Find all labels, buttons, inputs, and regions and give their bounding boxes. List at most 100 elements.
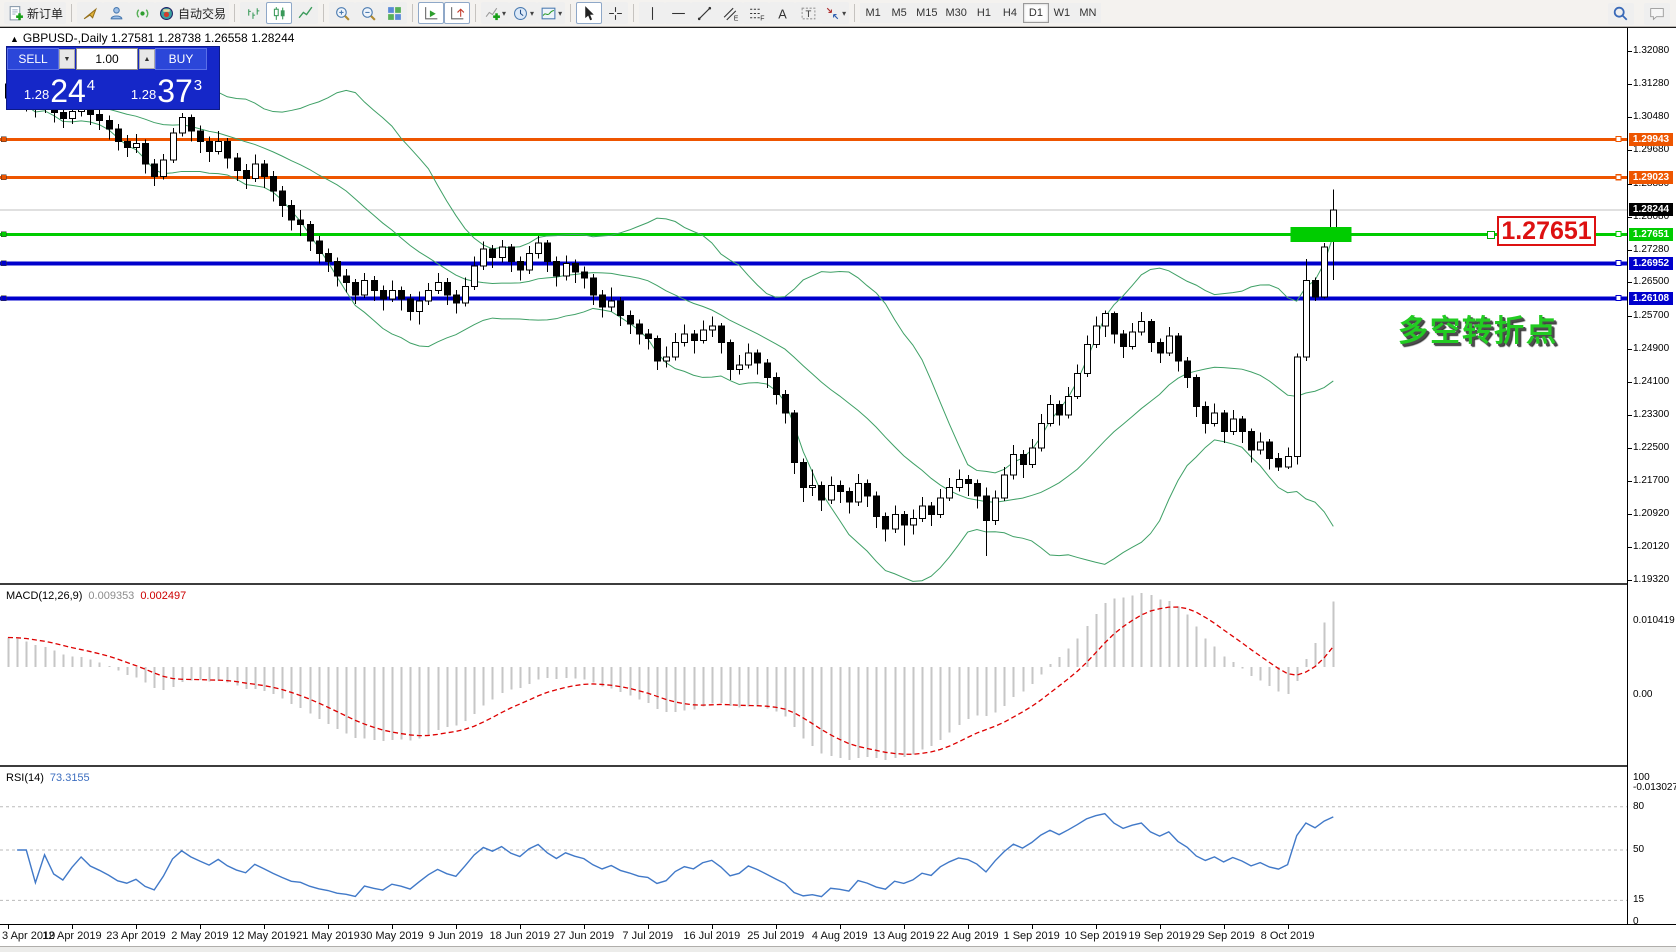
price-tag-annotation[interactable]: 1.27651 <box>1497 216 1596 246</box>
trendline-button[interactable] <box>691 2 718 24</box>
date-label: 10 Sep 2019 <box>1064 930 1127 942</box>
equidistant-channel-button[interactable]: E <box>717 2 744 24</box>
timeframe-h1-button[interactable]: H1 <box>970 3 997 23</box>
timeframe-m15-button[interactable]: M15 <box>912 3 942 23</box>
indicators-button[interactable]: ▾ <box>481 2 510 24</box>
panel-separator[interactable] <box>0 583 1676 585</box>
profile-button[interactable] <box>103 2 130 24</box>
gold-pointer-button[interactable] <box>77 2 104 24</box>
dropdown-caret-icon[interactable]: ▾ <box>530 9 534 18</box>
price-tick-label: 1.21700 <box>1633 475 1670 487</box>
zoom-out-button[interactable] <box>355 2 382 24</box>
trendline-icon <box>696 5 713 22</box>
timeframe-m30-button[interactable]: M30 <box>941 3 971 23</box>
panel-separator[interactable] <box>0 765 1676 767</box>
tile-windows-button[interactable] <box>381 2 408 24</box>
turning-point-annotation[interactable]: 多空转折点 <box>1398 306 1558 350</box>
time-tick <box>327 925 329 929</box>
price-tick-label: -0.013027 <box>1633 782 1676 793</box>
price-tick-label: 100 <box>1633 772 1650 783</box>
vline-button[interactable] <box>639 2 666 24</box>
timeframe-m5-button[interactable]: M5 <box>886 3 913 23</box>
chat-button[interactable] <box>1644 3 1670 25</box>
zoom-in-button[interactable] <box>329 2 356 24</box>
date-label: 13 Aug 2019 <box>872 930 935 942</box>
toolbar: 新订单 自动交易 ▾ ▾ ▾ E F A T ▾ M1 M5 M15 M30 H1 H4 D1 W1 MN <box>0 0 1676 27</box>
date-label: 29 Sep 2019 <box>1192 930 1255 942</box>
timeframe-d1-button[interactable]: D1 <box>1022 3 1049 23</box>
new-order-label: 新订单 <box>27 6 64 21</box>
text-label-button[interactable]: T <box>795 2 822 24</box>
bar-chart-button[interactable] <box>240 2 267 24</box>
time-tick <box>839 925 841 929</box>
axis-tick <box>1628 315 1632 317</box>
volume-input[interactable] <box>76 48 138 70</box>
axis-tick <box>1628 216 1632 218</box>
auto-scroll-button[interactable] <box>418 2 445 24</box>
collapse-triangle-icon[interactable]: ▲ <box>10 34 19 44</box>
date-label: 1 Sep 2019 <box>1003 930 1060 942</box>
zoom-out-icon <box>360 5 377 22</box>
sell-button[interactable]: SELL <box>7 48 59 70</box>
signal-button[interactable] <box>129 2 156 24</box>
new-order-button[interactable]: 新订单 <box>4 2 67 24</box>
autotrade-icon <box>158 5 175 22</box>
time-tick <box>1095 925 1097 929</box>
date-label: 23 Apr 2019 <box>106 930 166 942</box>
search-button[interactable] <box>1608 3 1634 25</box>
main-chart-panel[interactable] <box>0 28 1628 583</box>
new-order-icon <box>7 5 24 22</box>
axis-tick <box>1628 481 1632 483</box>
line-chart-button[interactable] <box>292 2 319 24</box>
time-tick <box>71 925 73 929</box>
chart-shift-button[interactable] <box>444 2 471 24</box>
timeframe-m1-button[interactable]: M1 <box>860 3 887 23</box>
macd-panel[interactable] <box>0 586 1628 764</box>
periods-button[interactable]: ▾ <box>509 2 538 24</box>
volume-decrease-button[interactable]: ▼ <box>59 49 75 69</box>
text-button[interactable]: A <box>769 2 796 24</box>
timeframe-h4-button[interactable]: H4 <box>996 3 1023 23</box>
arrows-button[interactable]: ▾ <box>821 2 850 24</box>
fibonacci-button[interactable]: F <box>743 2 770 24</box>
price-tick-label: 80 <box>1633 800 1645 812</box>
text-label-icon: T <box>800 5 817 22</box>
svg-text:A: A <box>778 6 787 21</box>
price-line-label: 1.28244 <box>1629 203 1673 217</box>
date-label: 19 Sep 2019 <box>1128 930 1191 942</box>
axis-tick <box>1628 381 1632 383</box>
cursor-button[interactable] <box>576 2 603 24</box>
time-tick <box>519 925 521 929</box>
axis-tick <box>1628 249 1632 251</box>
price-line-label: 1.26108 <box>1629 291 1673 305</box>
date-label: 30 May 2019 <box>360 930 424 942</box>
templates-button[interactable]: ▾ <box>537 2 566 24</box>
time-axis[interactable]: 3 Apr 2019 12 Apr 2019 23 Apr 2019 2 May 20… <box>0 924 1676 947</box>
volume-increase-button[interactable]: ▲ <box>139 49 155 69</box>
price-tag-anchor[interactable] <box>1487 231 1495 239</box>
axis-tick <box>1628 546 1632 548</box>
autotrade-button[interactable]: 自动交易 <box>155 2 230 24</box>
axis-tick <box>1628 348 1632 350</box>
buy-button[interactable]: BUY <box>155 48 207 70</box>
timeframe-mn-button[interactable]: MN <box>1074 3 1101 23</box>
svg-text:T: T <box>805 9 811 20</box>
candle-chart-button[interactable] <box>266 2 293 24</box>
date-label: 16 Jul 2019 <box>683 930 741 942</box>
time-tick <box>775 925 777 929</box>
crosshair-icon <box>607 5 624 22</box>
dropdown-caret-icon[interactable]: ▾ <box>842 9 846 18</box>
rsi-panel[interactable] <box>0 768 1628 923</box>
price-axis[interactable]: 1.320801.312801.304801.296801.288801.280… <box>1628 28 1676 945</box>
date-label: 7 Jul 2019 <box>622 930 674 942</box>
sell-quote[interactable]: 1.28 24 4 <box>7 71 112 109</box>
dropdown-caret-icon[interactable]: ▾ <box>502 9 506 18</box>
rsi-indicator-label: RSI(14) 73.3155 <box>6 772 90 784</box>
hline-button[interactable] <box>665 2 692 24</box>
dropdown-caret-icon[interactable]: ▾ <box>558 9 562 18</box>
bar-chart-icon <box>245 5 262 22</box>
timeframe-w1-button[interactable]: W1 <box>1048 3 1075 23</box>
crosshair-button[interactable] <box>602 2 629 24</box>
toolbar-separator <box>854 4 856 22</box>
buy-quote[interactable]: 1.28 37 3 <box>114 71 219 109</box>
